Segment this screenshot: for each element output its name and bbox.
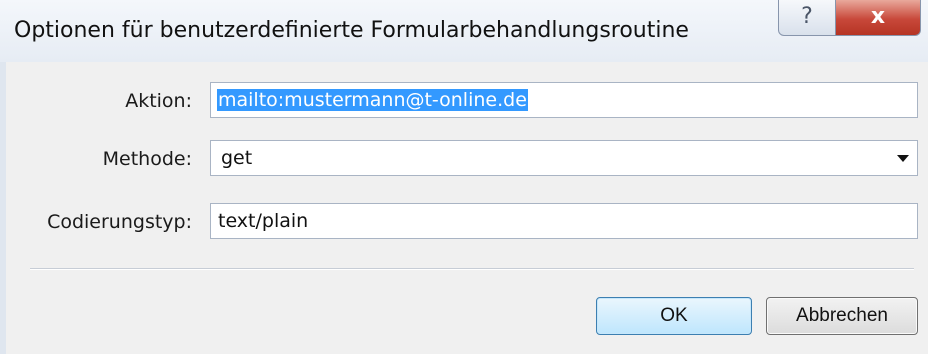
encoding-value: text/plain	[218, 210, 309, 232]
dialog-title: Optionen für benutzerdefinierte Formular…	[14, 18, 689, 43]
method-select[interactable]: get	[210, 140, 918, 176]
method-label: Methode:	[102, 148, 192, 170]
help-button[interactable]: ?	[778, 0, 836, 36]
close-icon: x	[870, 4, 886, 29]
action-input[interactable]: mailto:mustermann@t-online.de	[210, 82, 918, 118]
action-label: Aktion:	[125, 90, 192, 112]
close-button[interactable]: x	[835, 0, 921, 36]
method-value: get	[221, 147, 253, 169]
dropdown-arrow-icon[interactable]	[897, 155, 909, 162]
cancel-button[interactable]: Abbrechen	[766, 297, 918, 335]
help-icon: ?	[801, 4, 813, 29]
separator	[30, 268, 914, 270]
encoding-input[interactable]: text/plain	[210, 203, 918, 239]
title-bar: Optionen für benutzerdefinierte Formular…	[0, 0, 928, 62]
window-frame-edge	[0, 62, 6, 354]
ok-button[interactable]: OK	[596, 297, 752, 335]
action-value: mailto:mustermann@t-online.de	[217, 89, 528, 111]
encoding-label: Codierungstyp:	[47, 211, 192, 233]
